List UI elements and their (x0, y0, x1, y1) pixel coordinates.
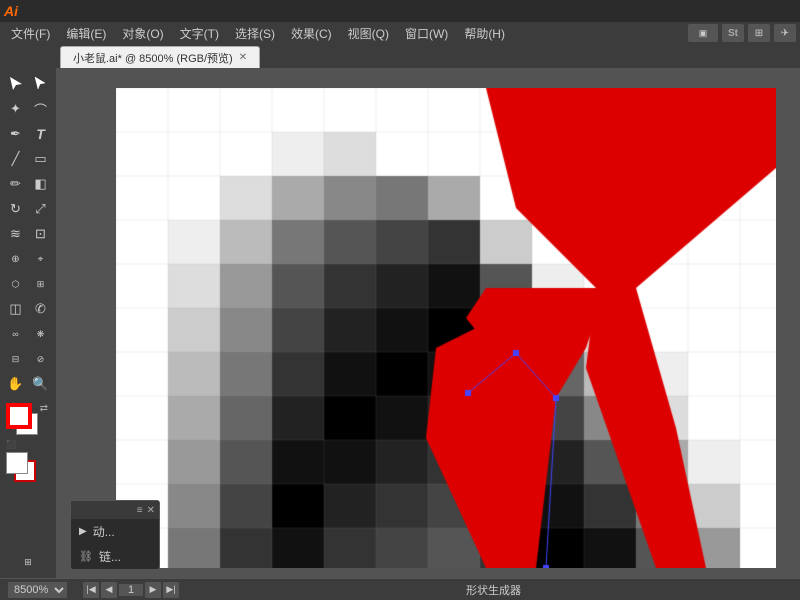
rectangle-tool[interactable]: ▭ (29, 147, 53, 171)
pencil-tool[interactable]: ✏ (4, 172, 28, 196)
default-colors-icon[interactable]: ⬛ (6, 440, 16, 449)
menu-help[interactable]: 帮助(H) (457, 23, 512, 44)
menu-icon-screen[interactable]: ▣ (688, 24, 718, 42)
gradient-eye-tools: ◫ ✆ (4, 297, 53, 321)
menu-icon-broadcast[interactable]: ✈ (774, 24, 796, 42)
next-page-button[interactable]: ▶ (145, 582, 161, 598)
menu-right-icons: ▣ St ⊞ ✈ (688, 24, 796, 42)
menu-window[interactable]: 窗口(W) (398, 23, 455, 44)
panel-close-icon[interactable]: ✕ (147, 505, 155, 516)
line-tool[interactable]: ╱ (4, 147, 28, 171)
toolbar: ✦ ⌒ ✒ T ╱ ▭ ✏ ◧ ↻ ⤢ ≋ ⊡ ⊕ ⌖ ⬡ ⊞ (0, 68, 56, 578)
play-icon: ▶ (79, 526, 87, 537)
mini-panel-header: ≡ ✕ (71, 501, 159, 519)
fill-stroke-display (6, 452, 50, 488)
hand-tool[interactable]: ✋ (4, 372, 28, 396)
pen-type-tools: ✒ T (4, 122, 53, 146)
perspective-tool[interactable]: ⬡ (4, 272, 28, 296)
menu-view[interactable]: 视图(Q) (341, 23, 396, 44)
color-section: ⇄ ⬛ (6, 403, 50, 449)
rotate-tool[interactable]: ↻ (4, 197, 28, 221)
transform-tool[interactable]: ⊡ (29, 222, 53, 246)
hand-zoom-tools: ✋ 🔍 (4, 372, 53, 396)
status-tool-label: 形状生成器 (466, 582, 521, 598)
canvas-area[interactable] (56, 68, 800, 578)
scale-tool[interactable]: ⤢ (29, 197, 53, 221)
menu-file[interactable]: 文件(F) (4, 23, 57, 44)
eyedropper-tool[interactable]: ✆ (29, 297, 53, 321)
page-number-input[interactable] (119, 584, 143, 596)
menu-object[interactable]: 对象(O) (115, 23, 170, 44)
direct-select-tool[interactable] (29, 72, 53, 96)
actions-label: 动... (93, 523, 115, 540)
magic-wand-tool[interactable]: ✦ (4, 97, 28, 121)
extra-tools: ⊞ (16, 550, 40, 574)
chain-icon: ⛓ (79, 550, 93, 563)
menu-text[interactable]: 文字(T) (173, 23, 226, 44)
document-tab[interactable]: 小老鼠.ai* @ 8500% (RGB/预览) ✕ (60, 46, 260, 68)
actions-panel-item[interactable]: ▶ 动... (71, 519, 159, 544)
pencil-eraser-tools: ✏ ◧ (4, 172, 53, 196)
warp-tools: ≋ ⊡ (4, 222, 53, 246)
perspective-mesh-tools: ⬡ ⊞ (4, 272, 53, 296)
zoom-tool[interactable]: 🔍 (29, 372, 53, 396)
page-navigation: |◀ ◀ ▶ ▶| (83, 582, 179, 598)
mini-panel: ≡ ✕ ▶ 动... ⛓ 链... (70, 500, 160, 570)
warp-tool[interactable]: ≋ (4, 222, 28, 246)
color-indicator (8, 405, 30, 427)
blend-tool[interactable]: ∞ (4, 322, 28, 346)
tab-label: 小老鼠.ai* @ 8500% (RGB/预览) (73, 50, 233, 66)
prev-page-button[interactable]: ◀ (101, 582, 117, 598)
gradient-tool[interactable]: ◫ (4, 297, 28, 321)
shape-builder-tool[interactable]: ⊕ (4, 247, 28, 271)
menu-edit[interactable]: 编辑(E) (59, 23, 113, 44)
blend-symbol-tools: ∞ ❋ (4, 322, 53, 346)
select-tool[interactable] (4, 72, 28, 96)
artboard-tool[interactable]: ⊟ (4, 347, 28, 371)
last-page-button[interactable]: ▶| (163, 582, 179, 598)
links-panel-item[interactable]: ⛓ 链... (71, 544, 159, 569)
select-tools (4, 72, 53, 96)
menu-effect[interactable]: 效果(C) (284, 23, 339, 44)
menu-bar: 文件(F) 编辑(E) 对象(O) 文字(T) 选择(S) 效果(C) 视图(Q… (0, 22, 800, 44)
lasso-tool[interactable]: ⌒ (29, 97, 53, 121)
menu-select[interactable]: 选择(S) (228, 23, 282, 44)
pen-tool[interactable]: ✒ (4, 122, 28, 146)
view-mode-button[interactable]: ⊞ (16, 550, 40, 574)
live-paint-tool[interactable]: ⌖ (29, 247, 53, 271)
status-bar: 8500% 6400% 3200% 1600% 800% 400% 200% 1… (0, 578, 800, 600)
slice-tool[interactable]: ⊘ (29, 347, 53, 371)
app-logo: Ai (4, 3, 18, 19)
tab-close-button[interactable]: ✕ (239, 52, 247, 63)
line-rect-tools: ╱ ▭ (4, 147, 53, 171)
shape-paint-tools: ⊕ ⌖ (4, 247, 53, 271)
zoom-select[interactable]: 8500% 6400% 3200% 1600% 800% 400% 200% 1… (8, 582, 67, 598)
color-box-area (6, 452, 50, 488)
magic-lasso-tools: ✦ ⌒ (4, 97, 53, 121)
first-page-button[interactable]: |◀ (83, 582, 99, 598)
swap-colors-icon[interactable]: ⇄ (40, 403, 48, 414)
menu-icon-st[interactable]: St (722, 24, 744, 42)
artboard-slice-tools: ⊟ ⊘ (4, 347, 53, 371)
rotate-scale-tools: ↻ ⤢ (4, 197, 53, 221)
eraser-tool[interactable]: ◧ (29, 172, 53, 196)
main-area: ✦ ⌒ ✒ T ╱ ▭ ✏ ◧ ↻ ⤢ ≋ ⊡ ⊕ ⌖ ⬡ ⊞ (0, 68, 800, 578)
title-bar: Ai (0, 0, 800, 22)
artwork-canvas[interactable] (116, 88, 776, 568)
type-tool[interactable]: T (29, 122, 53, 146)
mesh-tool[interactable]: ⊞ (29, 272, 53, 296)
menu-icon-grid[interactable]: ⊞ (748, 24, 770, 42)
symbol-tool[interactable]: ❋ (29, 322, 53, 346)
links-label: 链... (99, 548, 121, 565)
panel-menu-icon[interactable]: ≡ (137, 505, 143, 516)
tab-bar: 小老鼠.ai* @ 8500% (RGB/预览) ✕ (0, 44, 800, 68)
fill-box[interactable] (6, 452, 28, 474)
